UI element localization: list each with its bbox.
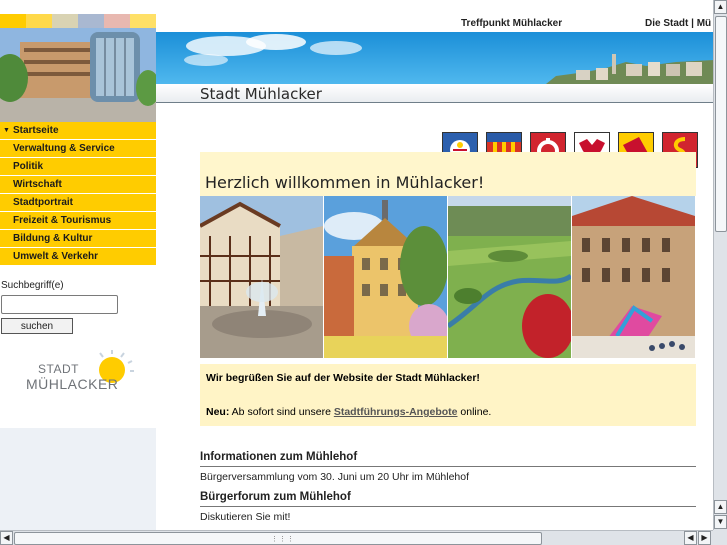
vertical-scrollbar[interactable]: ▲ ▲ ▼ xyxy=(713,0,727,530)
nav-item-label: Umwelt & Verkehr xyxy=(13,251,99,262)
nav-item-bildung[interactable]: Bildung & Kultur xyxy=(0,230,156,248)
scroll-left-button[interactable]: ◀ xyxy=(684,531,697,545)
caret-down-icon: ▼ xyxy=(3,127,10,134)
swatch xyxy=(26,14,52,28)
nav-item-wirtschaft[interactable]: Wirtschaft xyxy=(0,176,156,194)
sky-banner xyxy=(156,32,714,84)
welcome-title: Herzlich willkommen in Mühlacker! xyxy=(205,173,485,192)
yellow-town-hall-photo xyxy=(324,196,447,358)
page-title: Stadt Mühlacker xyxy=(200,85,322,103)
title-bar: Stadt Mühlacker xyxy=(156,84,714,103)
nav-item-label: Verwaltung & Service xyxy=(13,143,115,154)
nav-item-verwaltung[interactable]: Verwaltung & Service xyxy=(0,140,156,158)
welcome-message: Wir begrüßen Sie auf der Website der Sta… xyxy=(206,372,480,384)
top-links: Treffpunkt Mühlacker Die Stadt | Mü xyxy=(156,18,714,32)
swatch xyxy=(0,14,26,28)
nav-item-umwelt[interactable]: Umwelt & Verkehr xyxy=(0,248,156,266)
city-hall-photo xyxy=(0,28,156,122)
nav-item-label: Startseite xyxy=(12,125,59,136)
nav-item-startseite[interactable]: ▼ Startseite xyxy=(0,122,156,140)
color-swatches xyxy=(0,14,156,28)
news-line: Neu: Ab sofort sind unsere Stadtführungs… xyxy=(206,406,491,418)
welcome-box: Herzlich willkommen in Mühlacker! xyxy=(200,152,696,196)
photo-strip xyxy=(200,196,696,358)
grip-icon: ⋮⋮⋮ xyxy=(271,536,295,543)
horizontal-scroll-thumb[interactable]: ⋮⋮⋮ xyxy=(14,532,542,545)
nav-item-stadtportrait[interactable]: Stadtportrait xyxy=(0,194,156,212)
news-heading[interactable]: Bürgerforum zum Mühlehof xyxy=(200,491,696,507)
news-line-post: online. xyxy=(457,406,492,418)
nav-item-label: Stadtportrait xyxy=(13,197,73,208)
search-label: Suchbegriff(e) xyxy=(1,280,64,291)
scroll-up-button[interactable]: ▲ xyxy=(714,500,727,514)
scroll-left-button[interactable]: ◀ xyxy=(0,531,13,545)
market-square-photo xyxy=(572,196,695,358)
scroll-down-button[interactable]: ▼ xyxy=(714,515,727,529)
news-item: Bürgerforum zum Mühlehof Diskutieren Sie… xyxy=(200,491,696,523)
top-link-die-stadt[interactable]: Die Stadt | Mü xyxy=(645,18,711,29)
vertical-scroll-thumb[interactable] xyxy=(715,16,727,232)
left-column: ▼ Startseite Verwaltung & Service Politik… xyxy=(0,0,156,530)
left-column-background xyxy=(0,428,156,530)
nav-item-label: Freizeit & Tourismus xyxy=(13,215,112,226)
news-line-pre: Ab sofort sind unsere xyxy=(229,406,334,418)
news-item: Informationen zum Mühlehof Bürgerversamm… xyxy=(200,451,696,483)
main-nav: ▼ Startseite Verwaltung & Service Politik… xyxy=(0,122,156,266)
swatch xyxy=(130,14,156,28)
city-logo[interactable]: STADT MÜHLACKER xyxy=(24,348,142,398)
nav-item-label: Wirtschaft xyxy=(13,179,62,190)
info-box: Wir begrüßen Sie auf der Website der Sta… xyxy=(200,364,696,426)
horizontal-scrollbar[interactable]: ◀ ⋮⋮⋮ ◀ ▶ xyxy=(0,530,713,545)
nav-item-politik[interactable]: Politik xyxy=(0,158,156,176)
nav-item-label: Politik xyxy=(13,161,44,172)
neu-label: Neu: xyxy=(206,406,230,418)
news-heading[interactable]: Informationen zum Mühlehof xyxy=(200,451,696,467)
swatch xyxy=(104,14,130,28)
news-text: Diskutieren Sie mit! xyxy=(200,511,291,523)
logo-line-2: MÜHLACKER xyxy=(26,376,119,392)
stadtfuehrung-link[interactable]: Stadtführungs-Angebote xyxy=(334,406,458,418)
scroll-up-button[interactable]: ▲ xyxy=(714,0,727,14)
nav-item-label: Bildung & Kultur xyxy=(13,233,93,244)
swatch xyxy=(78,14,104,28)
nav-item-freizeit[interactable]: Freizeit & Tourismus xyxy=(0,212,156,230)
valley-landscape-photo xyxy=(448,196,571,358)
timbered-house-fountain-photo xyxy=(200,196,323,358)
news-text: Bürgerversammlung vom 30. Juni um 20 Uhr… xyxy=(200,471,470,483)
scrollbar-corner xyxy=(713,530,727,545)
logo-line-1: STADT xyxy=(38,362,79,376)
top-link-treffpunkt[interactable]: Treffpunkt Mühlacker xyxy=(461,18,562,29)
search-input[interactable] xyxy=(1,295,118,314)
search-button[interactable]: suchen xyxy=(1,318,73,334)
swatch xyxy=(52,14,78,28)
scroll-right-button[interactable]: ▶ xyxy=(698,531,711,545)
